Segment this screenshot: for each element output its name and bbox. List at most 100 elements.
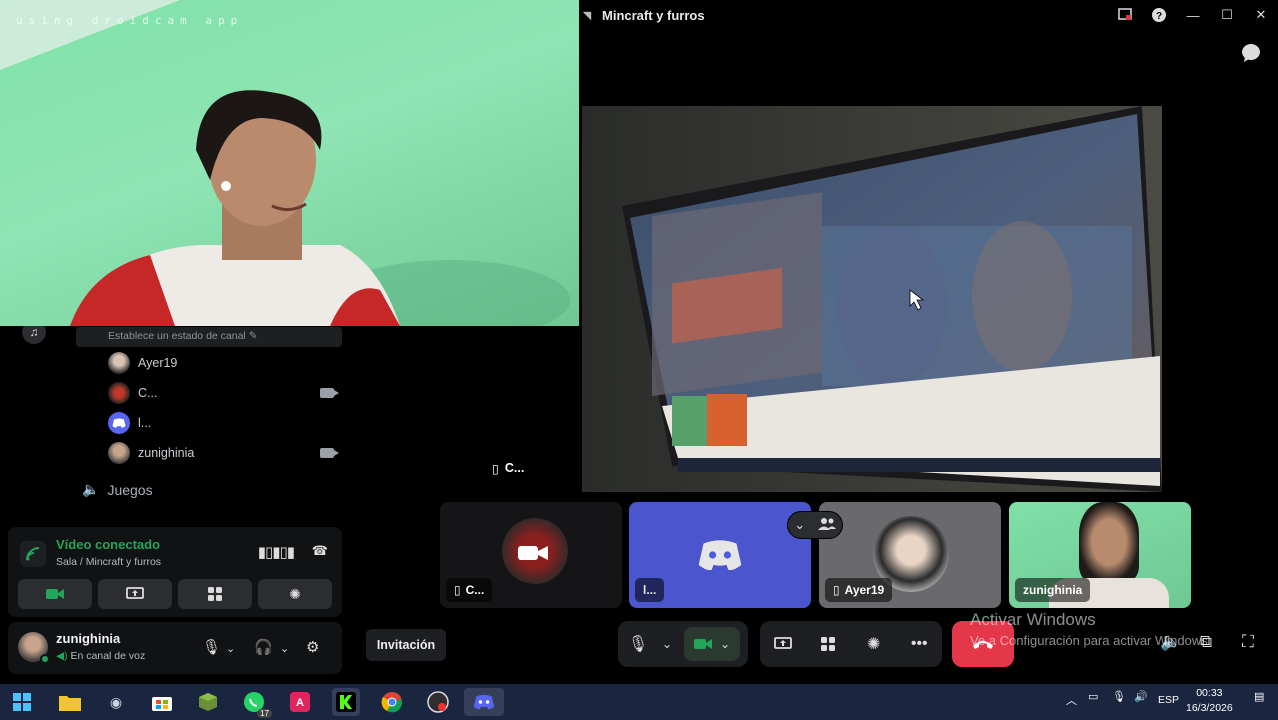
chat-icon[interactable] xyxy=(1240,42,1262,64)
tile-label: ▯ C... xyxy=(446,578,493,602)
fullscreen-icon[interactable]: ⛶ xyxy=(1242,632,1254,652)
show-hidden-icons[interactable]: ︿ xyxy=(1066,692,1077,708)
soundboard-icon[interactable]: ✺ xyxy=(854,621,894,667)
channel-status-input[interactable]: Establece un estado de canal ✎ xyxy=(76,327,342,347)
speaker-icon: ◀) xyxy=(56,650,68,662)
member-name: zunighinia xyxy=(138,446,195,460)
user-panel: zunighinia ◀) En canal de voz 🎙 ⌄ 🎧 ⌄ ⚙ xyxy=(8,622,342,674)
screen-share-button[interactable] xyxy=(98,579,172,609)
voice-channel-juegos[interactable]: 🔈 Juegos xyxy=(82,481,153,498)
settings-gear-icon[interactable]: ⚙ xyxy=(306,638,319,656)
help-icon[interactable]: ? xyxy=(1142,0,1176,30)
microsoft-store-icon[interactable] xyxy=(148,688,176,716)
soundboard-button[interactable]: ✺ xyxy=(258,579,332,609)
steam-icon[interactable]: ◉ xyxy=(102,688,130,716)
inbox-icon[interactable] xyxy=(1108,0,1142,30)
minecraft-icon[interactable] xyxy=(194,688,222,716)
maximize-icon[interactable]: ☐ xyxy=(1210,0,1244,30)
online-status-indicator xyxy=(40,654,50,664)
audio-video-controls: 🎙 ⌄ ⌄ xyxy=(618,621,748,667)
close-icon[interactable]: ✕ xyxy=(1244,0,1278,30)
discord-logo-icon xyxy=(697,538,743,577)
avatar xyxy=(108,442,130,464)
system-clock[interactable]: 00:33 16/3/2026 xyxy=(1186,686,1233,716)
language-indicator[interactable]: ESP xyxy=(1158,694,1179,706)
screen-share-icon[interactable] xyxy=(763,621,803,667)
participant-tile[interactable]: l... xyxy=(629,502,811,608)
whatsapp-icon[interactable]: 17 xyxy=(240,688,272,718)
camera-toggle-button[interactable]: ⌄ xyxy=(684,627,740,661)
chevron-down-icon[interactable]: ⌄ xyxy=(280,642,289,655)
chevron-down-icon[interactable]: ⌄ xyxy=(658,621,676,667)
show-participants-toggle[interactable]: ⌄ xyxy=(787,511,843,539)
speaker-icon: 🔈 xyxy=(82,481,100,497)
svg-text:A: A xyxy=(296,697,304,709)
notification-center-icon[interactable]: ▤ xyxy=(1254,690,1264,703)
camera-button[interactable] xyxy=(18,579,92,609)
main-video-stage[interactable] xyxy=(582,106,1162,492)
tile-label: l... xyxy=(635,578,665,602)
notification-badge: 17 xyxy=(257,709,272,718)
stage-user-label: ▯ C... xyxy=(482,454,535,482)
avatar xyxy=(108,412,130,434)
user-status: ◀) En canal de voz xyxy=(56,650,146,662)
channel-title: Mincraft y furros xyxy=(602,7,705,23)
windows-activation-watermark: Activar Windows Ve a Configuración para … xyxy=(970,610,1212,648)
mobile-icon: ▯ xyxy=(492,461,499,476)
activity-controls: ✺ ••• xyxy=(760,621,942,667)
title-bar: ◥ Mincraft y furros ? — ☐ ✕ xyxy=(580,0,1278,30)
microphone-tray-icon[interactable]: 🎙 xyxy=(1112,690,1126,703)
invite-button[interactable]: Invitación xyxy=(366,629,446,661)
microphone-icon[interactable]: 🎙 xyxy=(618,621,658,667)
chevron-down-icon[interactable]: ⌄ xyxy=(226,642,235,655)
member-name: Ayer19 xyxy=(138,356,178,370)
disconnect-icon[interactable]: ☎ xyxy=(312,543,328,559)
participant-tile[interactable]: zunighinia xyxy=(1009,502,1191,608)
kick-icon[interactable] xyxy=(332,688,360,716)
window-controls: ? — ☐ ✕ xyxy=(1108,0,1278,30)
username: zunighinia xyxy=(56,631,121,646)
volume-tray-icon[interactable]: 🔊 xyxy=(1134,690,1148,703)
minimize-icon[interactable]: — xyxy=(1176,0,1210,30)
microphone-icon[interactable]: 🎙 xyxy=(202,638,221,656)
start-menu-icon[interactable] xyxy=(8,688,36,716)
obs-icon[interactable] xyxy=(424,688,452,716)
participant-tile[interactable]: ▯ Ayer19 xyxy=(819,502,1001,608)
voice-member[interactable]: zunighinia xyxy=(108,441,194,465)
camera-icon xyxy=(320,448,339,458)
droidcam-watermark: using droidcam app xyxy=(16,14,244,27)
mobile-icon: ▯ xyxy=(454,583,461,597)
discord-taskbar-icon[interactable] xyxy=(464,688,504,716)
camera-icon xyxy=(320,388,339,398)
noise-suppression-icon[interactable]: ▮▯▮▯▮ xyxy=(258,543,295,561)
webcam-video xyxy=(0,0,570,326)
voice-member[interactable]: l... xyxy=(108,411,151,435)
acrobat-icon[interactable]: A xyxy=(286,688,314,716)
participant-tile[interactable]: ▯ C... xyxy=(440,502,622,608)
pencil-icon: ✎ xyxy=(248,330,258,342)
participant-face xyxy=(1079,502,1139,582)
tile-label: zunighinia xyxy=(1015,578,1091,602)
tile-label: ▯ Ayer19 xyxy=(825,578,893,602)
member-name: l... xyxy=(138,416,152,430)
voice-status-title: Vídeo conectado xyxy=(56,537,161,552)
avatar xyxy=(108,352,130,374)
svg-text:?: ? xyxy=(1156,11,1162,22)
more-options-icon[interactable]: ••• xyxy=(899,621,939,667)
people-icon xyxy=(817,517,836,534)
signal-icon[interactable] xyxy=(20,541,46,567)
voice-member[interactable]: Ayer19 xyxy=(108,351,177,375)
camera-off-icon xyxy=(518,544,548,562)
voice-status-subtitle[interactable]: Sala / Mincraft y furros xyxy=(56,556,161,568)
activities-button[interactable] xyxy=(178,579,252,609)
member-name: C... xyxy=(138,386,158,400)
voice-member[interactable]: C... xyxy=(108,381,157,405)
activities-icon[interactable] xyxy=(808,621,848,667)
mobile-icon: ▯ xyxy=(833,583,840,597)
battery-icon[interactable]: ▭ xyxy=(1088,690,1098,703)
file-explorer-icon[interactable] xyxy=(56,688,84,716)
chevron-down-icon: ⌄ xyxy=(794,517,806,532)
chevron-down-icon[interactable]: ⌄ xyxy=(720,637,730,651)
chrome-icon[interactable] xyxy=(378,688,406,716)
headphones-icon[interactable]: 🎧 xyxy=(254,638,273,656)
